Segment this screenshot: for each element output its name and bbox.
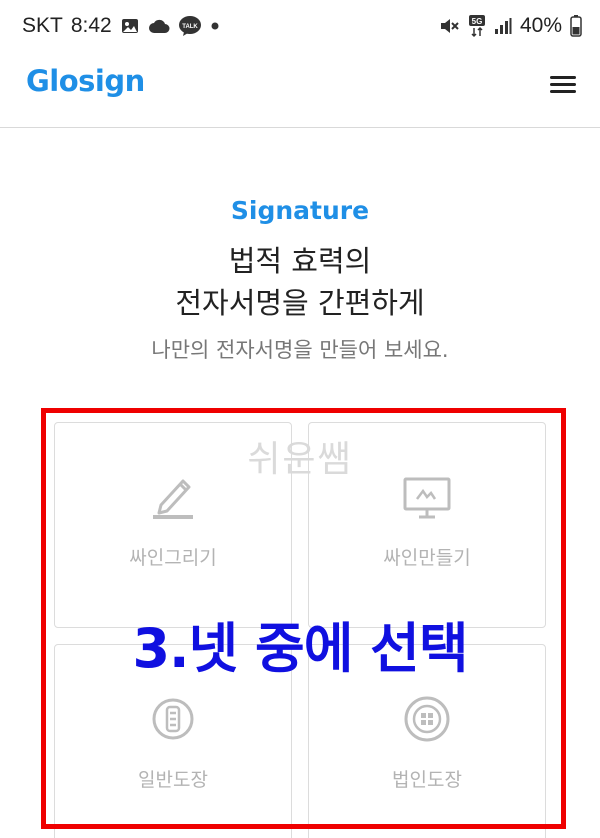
app-header: Glosign <box>0 56 600 128</box>
cloud-icon <box>148 18 170 34</box>
network-icon: 5G <box>468 14 486 38</box>
battery-percent: 40% <box>519 14 562 37</box>
talk-icon: TALK <box>178 15 202 37</box>
status-bar: SKT 8:42 TALK 5G 40% <box>0 0 600 56</box>
hero-subtitle: 나만의 전자서명을 만들어 보세요. <box>151 338 449 362</box>
signal-icon <box>494 17 512 35</box>
dot-icon <box>210 21 220 31</box>
hamburger-menu-button[interactable] <box>548 73 578 97</box>
mute-icon <box>438 16 460 36</box>
status-left: SKT 8:42 TALK <box>22 14 220 38</box>
clock-time: 8:42 <box>70 14 112 37</box>
status-right: 5G 40% <box>438 14 582 38</box>
carrier-label: SKT <box>22 14 63 37</box>
talk-badge-text: TALK <box>182 24 198 30</box>
network-label: 5G <box>472 17 483 26</box>
hamburger-menu-icon-line <box>550 83 576 86</box>
battery-icon <box>570 15 582 37</box>
hero-title-line2: 전자서명을 간편하게 <box>175 286 425 320</box>
glosign-logo[interactable]: Glosign <box>26 64 145 98</box>
hero-title: 법적 효력의 전자서명을 간편하게 <box>0 240 600 324</box>
hero-kicker: Signature <box>230 196 370 225</box>
image-icon <box>120 16 140 36</box>
hero-title-line1: 법적 효력의 <box>228 244 372 278</box>
hamburger-menu-icon <box>550 76 576 79</box>
annotation-caption: 3.넷 중에 선택 <box>132 617 468 680</box>
hamburger-menu-icon-line <box>550 90 576 93</box>
